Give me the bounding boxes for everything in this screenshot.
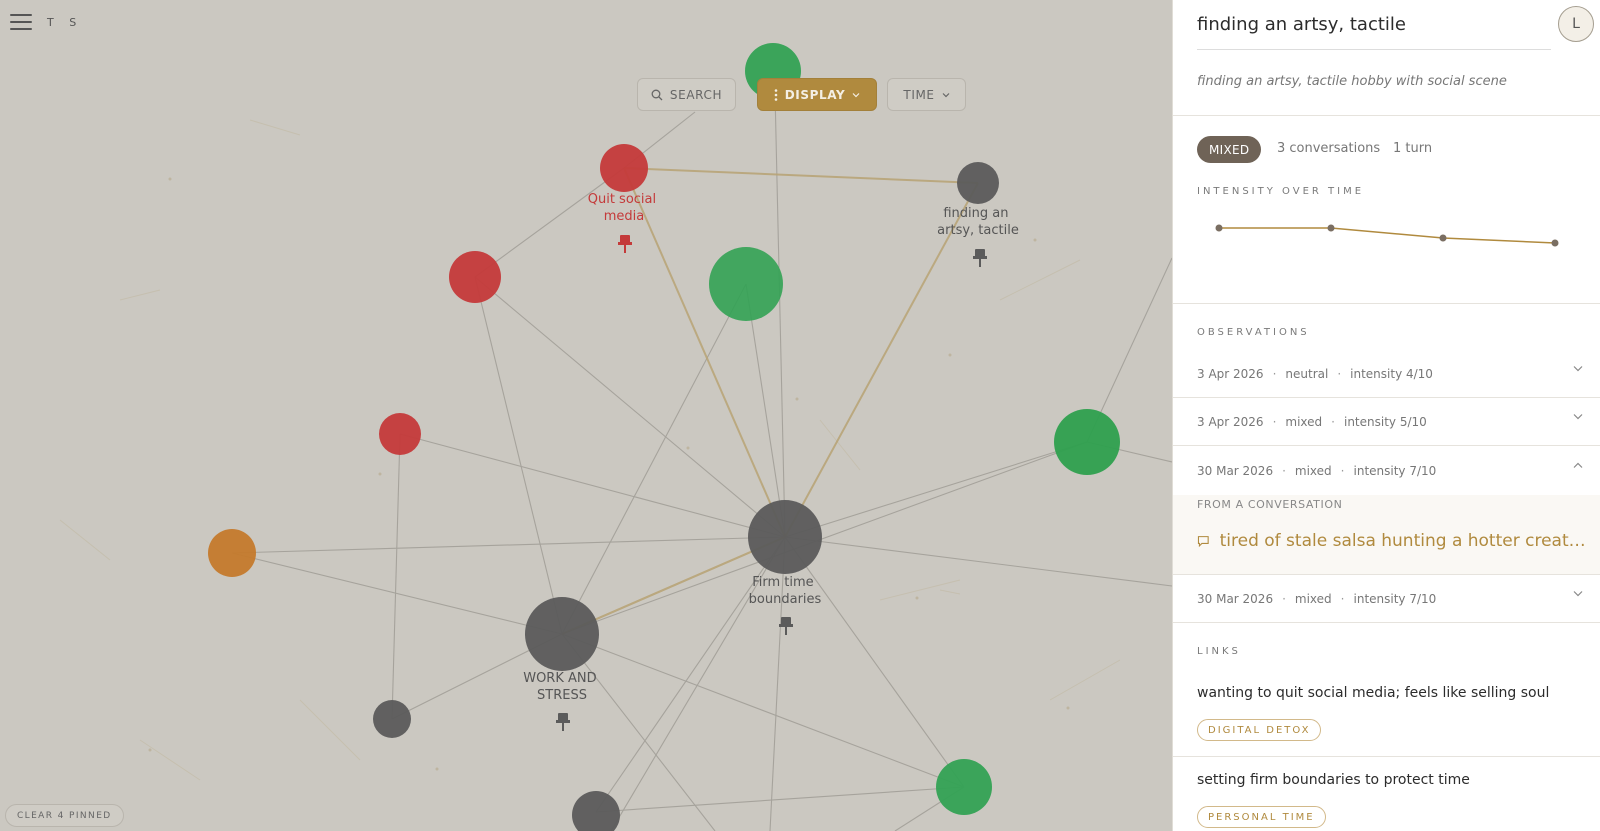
node-red-1[interactable] (449, 251, 501, 303)
hamburger-menu-icon[interactable] (10, 14, 32, 32)
observation-row[interactable]: 30 Mar 2026 · mixed · intensity 7/10 (1173, 447, 1600, 495)
chevron-down-icon (942, 92, 950, 97)
node-orange[interactable] (208, 529, 256, 577)
more-vertical-icon (774, 88, 778, 101)
label-work-and-stress: WORK AND STRESS (523, 671, 601, 703)
panel-subtitle: finding an artsy, tactile hobby with soc… (1197, 74, 1507, 89)
chevron-down-icon[interactable] (1573, 590, 1583, 597)
observation-row[interactable]: 30 Mar 2026 · mixed · intensity 7/10 (1173, 575, 1600, 623)
observation-date: 30 Mar 2026 (1197, 464, 1274, 478)
observation-tone: mixed (1294, 464, 1332, 478)
node-red-2[interactable] (379, 413, 421, 455)
pin-icon[interactable] (779, 617, 793, 635)
node-green-3[interactable] (1054, 409, 1120, 475)
observation-intensity: intensity 5/10 (1343, 414, 1427, 429)
conversation-link[interactable]: tired of stale salsa hunting a hotter cr… (1197, 531, 1587, 551)
chevron-down-icon[interactable] (1573, 413, 1583, 420)
intensity-point (1551, 239, 1559, 247)
observation-row[interactable]: 3 Apr 2026 · mixed · intensity 5/10 (1173, 398, 1600, 446)
intensity-chart (1215, 224, 1559, 247)
node-quit-social-media[interactable] (600, 144, 648, 192)
link-tag[interactable]: PERSONAL TIME (1197, 806, 1326, 828)
chat-bubble-icon (1197, 535, 1209, 547)
clear-pinned-button[interactable]: CLEAR 4 PINNED (5, 804, 124, 827)
divider (1173, 115, 1600, 116)
from-conversation-label: FROM A CONVERSATION (1197, 498, 1343, 511)
search-button[interactable]: SEARCH (637, 78, 736, 111)
display-button[interactable]: DISPLAY (757, 78, 877, 111)
label-finding-artsy-tactile: finding an artsy, tactile (937, 206, 1019, 238)
label-firm-time-boundaries: Firm time boundaries (749, 575, 822, 607)
chevron-down-icon (852, 92, 860, 97)
divider (1173, 303, 1600, 304)
observation-intensity: intensity 7/10 (1353, 591, 1437, 606)
intensity-line (1219, 227, 1556, 244)
observation-row[interactable]: 3 Apr 2026 · neutral · intensity 4/10 (1173, 350, 1600, 398)
search-label: SEARCH (669, 87, 723, 102)
intensity-point (1439, 234, 1447, 242)
node-finding-artsy-tactile[interactable] (957, 162, 999, 204)
network-graph[interactable]: Quit social media finding an artsy, tact… (0, 0, 1172, 831)
node-gray-small[interactable] (373, 700, 411, 738)
conversations-count: 3 conversations (1277, 141, 1381, 156)
observation-intensity: intensity 4/10 (1350, 366, 1433, 381)
observation-tone: neutral (1285, 366, 1329, 381)
avatar[interactable]: L (1558, 6, 1594, 42)
node-work-and-stress[interactable] (525, 597, 599, 671)
node-green-4[interactable] (936, 759, 992, 815)
turns-count: 1 turn (1393, 141, 1433, 156)
pin-icon[interactable] (556, 713, 570, 731)
display-label: DISPLAY (784, 87, 846, 102)
node-firm-time-boundaries[interactable] (748, 500, 822, 574)
time-button[interactable]: TIME (887, 78, 966, 111)
chevron-down-icon[interactable] (1573, 365, 1583, 372)
link-tag[interactable]: DIGITAL DETOX (1197, 719, 1322, 741)
node-gray-bottom[interactable] (572, 791, 620, 831)
label-quit-social-media: Quit social media (588, 192, 661, 224)
divider (1173, 756, 1600, 757)
observation-date: 3 Apr 2026 (1197, 414, 1264, 429)
link-title[interactable]: wanting to quit social media; feels like… (1197, 685, 1549, 701)
observation-tone: mixed (1294, 591, 1332, 606)
observation-date: 30 Mar 2026 (1197, 591, 1274, 606)
pin-icon[interactable] (973, 249, 987, 267)
chevron-up-icon[interactable] (1573, 462, 1583, 469)
intensity-section-label: INTENSITY OVER TIME (1197, 186, 1365, 197)
status-badge: MIXED (1197, 136, 1262, 163)
detail-panel: finding an artsy, tactile L finding an a… (1172, 0, 1600, 831)
time-label: TIME (903, 87, 935, 102)
intensity-point (1215, 224, 1223, 232)
app-initials: T S (47, 16, 83, 29)
conversation-link-text: tired of stale salsa hunting a hotter cr… (1219, 531, 1587, 551)
search-icon (651, 89, 663, 100)
observation-date: 3 Apr 2026 (1197, 366, 1264, 381)
observations-section-label: OBSERVATIONS (1197, 327, 1310, 338)
panel-title: finding an artsy, tactile (1197, 14, 1551, 50)
edges (231, 91, 1172, 831)
graph-canvas[interactable]: Quit social media finding an artsy, tact… (0, 0, 1172, 831)
link-title[interactable]: setting firm boundaries to protect time (1197, 772, 1470, 788)
intensity-point (1327, 224, 1335, 232)
node-green-2[interactable] (709, 247, 783, 321)
observation-intensity: intensity 7/10 (1353, 464, 1437, 478)
observation-tone: mixed (1285, 414, 1323, 429)
links-section-label: LINKS (1197, 646, 1241, 657)
pin-icon[interactable] (618, 235, 632, 253)
background-specks (148, 177, 1070, 771)
